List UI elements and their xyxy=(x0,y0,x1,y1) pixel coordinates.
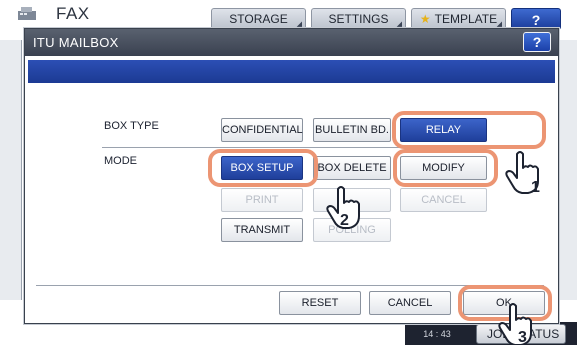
background-panel-left xyxy=(0,40,22,300)
transmit-button[interactable]: TRANSMIT xyxy=(221,218,303,242)
step-1-label: 1 xyxy=(531,179,540,196)
star-icon: ★ xyxy=(419,12,431,26)
screen: FAX STORAGE ◢ SETTINGS ◢ ★ TEMPLATE ◢ ? 1… xyxy=(0,0,577,345)
corner-icon: ◢ xyxy=(496,21,502,28)
print-button[interactable]: PRINT xyxy=(221,188,303,212)
mode-box-setup-button[interactable]: BOX SETUP xyxy=(221,156,303,180)
pointing-hand-icon: 3 xyxy=(498,303,532,345)
cancel-action-button[interactable]: CANCEL xyxy=(400,188,487,212)
dialog-titlebar: ITU MAILBOX ? xyxy=(25,29,558,56)
mode-box-delete-button[interactable]: BOX DELETE xyxy=(313,156,391,180)
dialog-title: ITU MAILBOX xyxy=(33,35,119,50)
clock: 14 : 43 xyxy=(412,330,462,339)
tab-storage[interactable]: STORAGE ◢ xyxy=(211,8,306,30)
corner-icon: ◢ xyxy=(296,21,302,28)
corner-icon: ◢ xyxy=(396,21,402,28)
fax-machine-icon xyxy=(18,7,36,20)
step-3-label: 3 xyxy=(518,329,527,345)
row-divider xyxy=(102,147,497,148)
pointing-hand-icon: 2 xyxy=(326,186,360,229)
footer-divider xyxy=(36,285,544,286)
cancel-button[interactable]: CANCEL xyxy=(369,291,451,315)
reset-button[interactable]: RESET xyxy=(279,291,361,315)
box-type-confidential-button[interactable]: CONFIDENTIAL xyxy=(221,118,303,142)
tab-template[interactable]: ★ TEMPLATE ◢ xyxy=(411,8,506,30)
tab-settings[interactable]: SETTINGS ◢ xyxy=(311,8,406,30)
app-title: FAX xyxy=(56,4,90,23)
pointing-hand-icon: 1 xyxy=(505,151,540,196)
tab-storage-label: STORAGE xyxy=(229,12,288,26)
mode-label: MODE xyxy=(104,155,137,167)
background-panel-right xyxy=(557,40,577,300)
mode-modify-button[interactable]: MODIFY xyxy=(400,156,487,180)
time-text: 14 : 43 xyxy=(423,329,451,339)
step-2-label: 2 xyxy=(340,212,349,229)
tab-template-label: TEMPLATE xyxy=(434,12,498,26)
help-button[interactable]: ? xyxy=(511,8,561,30)
dialog-help-button[interactable]: ? xyxy=(523,32,551,52)
box-type-label: BOX TYPE xyxy=(104,120,159,132)
tab-settings-label: SETTINGS xyxy=(328,12,389,26)
box-type-bulletin-button[interactable]: BULLETIN BD. xyxy=(313,118,391,142)
box-type-relay-button[interactable]: RELAY xyxy=(400,118,487,142)
dialog-info-bar xyxy=(28,60,555,83)
fax-header: FAX STORAGE ◢ SETTINGS ◢ ★ TEMPLATE ◢ ? xyxy=(0,0,577,30)
